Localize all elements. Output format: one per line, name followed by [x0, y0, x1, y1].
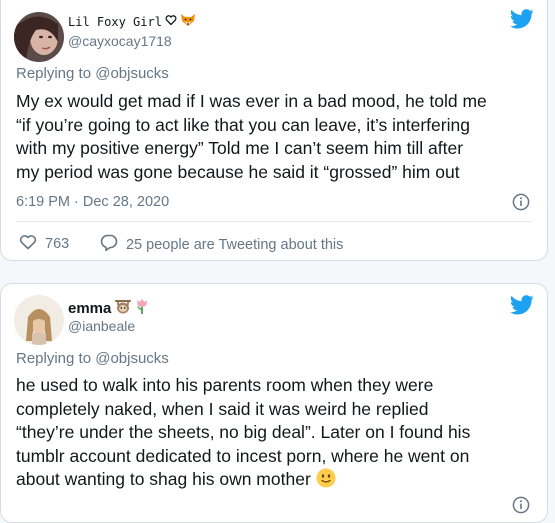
user-handle[interactable]: @cayxocay1718: [68, 33, 172, 49]
fox-icon: [180, 13, 196, 30]
tweet-timestamp[interactable]: 6:19 PM · Dec 28, 2020: [16, 194, 169, 210]
heart-outline-icon: [165, 14, 177, 29]
display-name[interactable]: Lil Foxy Girl: [68, 15, 162, 29]
tweet-line: “if you’re going to act like that you ca…: [16, 114, 470, 135]
twitter-bird-icon[interactable]: [510, 9, 534, 34]
tweet-line: My ex would get mad if I was ever in a b…: [16, 91, 487, 111]
reply-conversation-button[interactable]: 25 people are Tweeting about this: [100, 234, 343, 255]
tweet-line: “they’re under the sheets, no big deal”.…: [16, 422, 471, 442]
tweet-line: tumblr account dedicated to incest porn,…: [16, 445, 470, 466]
heart-icon: [19, 234, 37, 254]
like-button[interactable]: 763: [19, 234, 69, 254]
replying-to[interactable]: Replying to @objsucks: [16, 65, 169, 82]
tweet-line: with my positive energy” Told me I can’t…: [16, 138, 464, 158]
replying-to[interactable]: Replying to @objsucks: [16, 350, 169, 367]
tweet-text: My ex would get mad if I was ever in a b…: [16, 90, 536, 184]
tweet-text: he used to walk into his parents room wh…: [16, 374, 536, 492]
tweet-card[interactable]: Lil Foxy Girl @cayxocay1718 Replying to …: [0, 0, 548, 261]
sloth-icon: [114, 299, 132, 319]
avatar[interactable]: [14, 12, 64, 62]
avatar[interactable]: [14, 295, 64, 345]
like-count: 763: [45, 236, 70, 252]
slightly-smiling-face-icon: [316, 468, 336, 488]
tweet-line: about wanting to shag his own mother: [16, 469, 311, 489]
divider: [16, 221, 532, 222]
tweet-line: he used to walk into his parents room wh…: [16, 375, 434, 395]
info-icon[interactable]: [512, 496, 530, 519]
twitter-bird-icon[interactable]: [510, 295, 534, 320]
display-name-row[interactable]: Lil Foxy Girl: [68, 13, 196, 30]
user-handle[interactable]: @ianbeale: [68, 318, 135, 334]
tweeting-about-text: 25 people are Tweeting about this: [126, 236, 344, 253]
tulip-icon: [135, 298, 149, 319]
tweet-line: completely naked, when I said it was wei…: [16, 398, 429, 419]
display-name[interactable]: emma: [68, 300, 111, 317]
tweet-card[interactable]: emma @ianbeale Replying to @objsucks he …: [0, 283, 548, 523]
tweet-line: my period was gone because he said it “g…: [16, 161, 460, 182]
info-icon[interactable]: [512, 193, 530, 216]
display-name-row[interactable]: emma: [68, 298, 149, 319]
tweet-line-last: about wanting to shag his own mother: [16, 468, 536, 492]
comment-bubble-icon: [100, 234, 118, 255]
